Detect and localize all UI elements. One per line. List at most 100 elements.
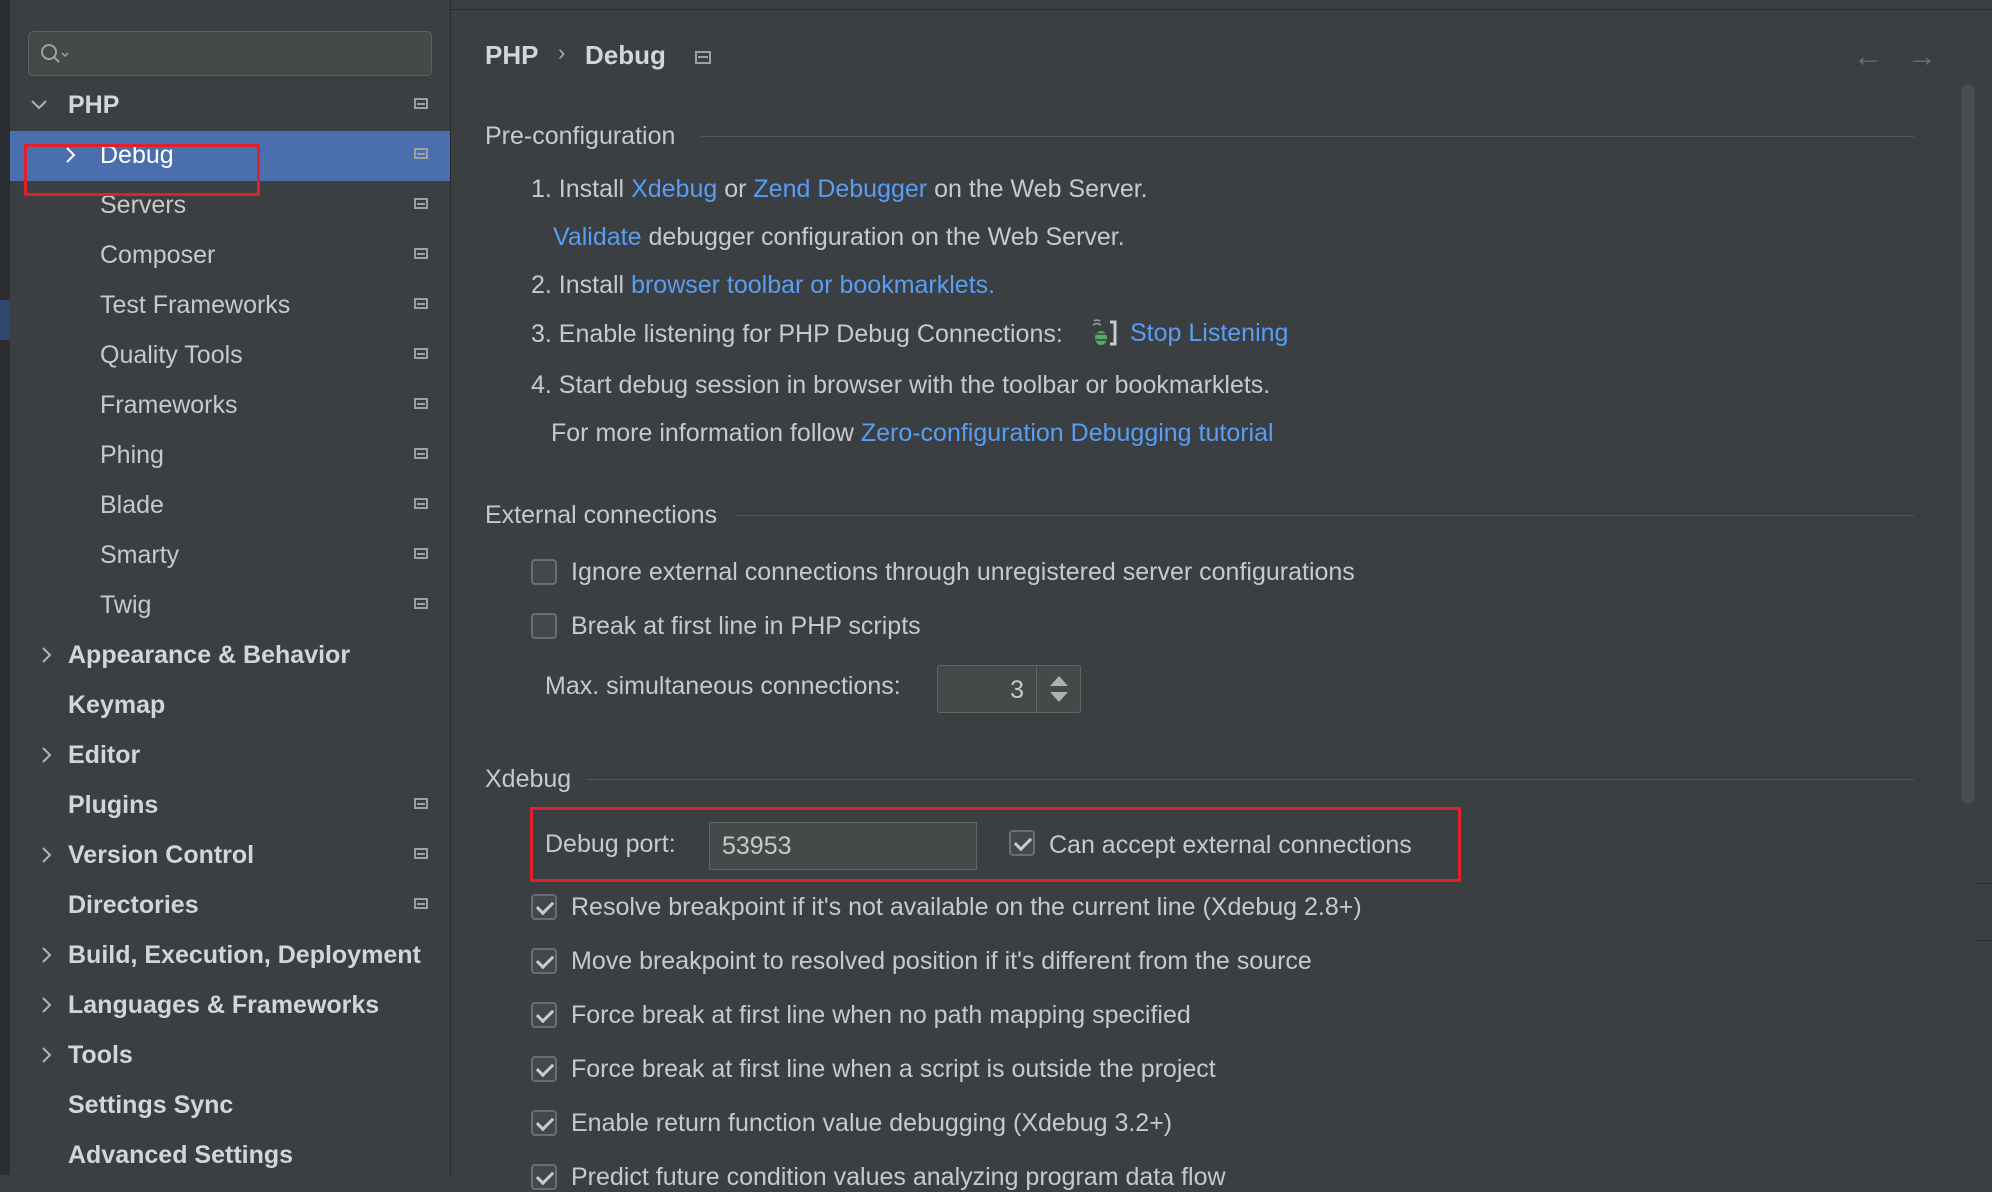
spinner-down-icon[interactable] [1050,692,1068,702]
validate-link[interactable]: Validate [553,223,642,251]
step-text: or [717,175,754,203]
edge-separator [1975,883,1992,884]
sidebar-item-label: Version Control [68,841,255,869]
sidebar-item-label: Smarty [100,541,180,569]
option-checkbox[interactable] [531,1002,557,1028]
sidebar-item-editor[interactable]: Editor [10,731,450,781]
preconfig-step-3: 3. Enable listening for PHP Debug Connec… [531,320,1063,348]
forward-arrow-icon[interactable]: → [1907,40,1937,74]
sidebar-item-frameworks[interactable]: Frameworks [10,381,450,431]
option-checkbox[interactable] [531,1164,557,1190]
max-connections-spinner[interactable]: 3 [937,665,1081,713]
ignore-external-label[interactable]: Ignore external connections through unre… [571,558,1355,587]
breadcrumb-php[interactable]: PHP [485,40,538,71]
sidebar-item-test-frameworks[interactable]: Test Frameworks [10,281,450,331]
sidebar-item-blade[interactable]: Blade [10,481,450,531]
search-icon [41,44,69,63]
sidebar-item-plugins[interactable]: Plugins [10,781,450,831]
sidebar-item-label: Advanced Settings [68,1141,294,1169]
chevron-right-icon [42,997,52,1013]
sidebar-item-label: Phing [100,441,164,469]
left-edge-strip [0,0,10,1175]
sidebar-item-quality-tools[interactable]: Quality Tools [10,331,450,381]
browser-toolbar-link[interactable]: browser toolbar or bookmarklets. [631,271,995,299]
xdebug-link[interactable]: Xdebug [631,175,717,203]
spinner-up-icon[interactable] [1050,676,1068,686]
search-field[interactable] [28,31,432,76]
project-settings-icon [695,51,711,64]
section-separator [701,136,1914,137]
sidebar-item-label: Appearance & Behavior [68,641,351,669]
step-text: For more information follow [551,419,861,447]
zero-config-tutorial-link[interactable]: Zero-configuration Debugging tutorial [861,419,1274,447]
sidebar-item-build[interactable]: Build, Execution, Deployment [10,931,450,981]
section-title-xdebug: Xdebug [485,765,572,793]
sidebar-item-label: Settings Sync [68,1091,234,1119]
edge-separator [1975,940,1992,941]
sidebar-item-label: PHP [68,91,120,119]
max-connections-label: Max. simultaneous connections: [545,672,901,700]
project-settings-icon [414,898,428,909]
option-label[interactable]: Move breakpoint to resolved position if … [571,947,1312,976]
sidebar-item-keymap[interactable]: Keymap [10,681,450,731]
option-label[interactable]: Enable return function value debugging (… [571,1109,1172,1138]
sidebar-item-settings-sync[interactable]: Settings Sync [10,1081,450,1131]
sidebar-item-advanced-settings[interactable]: Advanced Settings [10,1131,450,1181]
option-label[interactable]: Resolve breakpoint if it's not available… [571,893,1362,922]
sidebar-item-twig[interactable]: Twig [10,581,450,631]
option-checkbox[interactable] [531,1110,557,1136]
sidebar-item-smarty[interactable]: Smarty [10,531,450,581]
highlight-box-debug [24,144,260,196]
sidebar-item-languages[interactable]: Languages & Frameworks [10,981,450,1031]
break-first-line-label[interactable]: Break at first line in PHP scripts [571,612,921,641]
vertical-scrollbar[interactable] [1961,84,1975,804]
option-label[interactable]: Force break at first line when a script … [571,1055,1216,1084]
sidebar-item-php[interactable]: PHP [10,81,450,131]
zend-debugger-link[interactable]: Zend Debugger [753,175,927,203]
project-settings-icon [414,98,428,109]
sidebar-item-label: Languages & Frameworks [68,991,380,1019]
option-label[interactable]: Predict future condition values analyzin… [571,1163,1226,1192]
project-settings-icon [414,498,428,509]
project-settings-icon [414,598,428,609]
preconfig-validate: Validate debugger configuration on the W… [553,223,1125,252]
sidebar-item-version-control[interactable]: Version Control [10,831,450,881]
right-edge-strip [1975,10,1992,1175]
sidebar-item-tools[interactable]: Tools [10,1031,450,1081]
listen-debug-icon[interactable] [1091,318,1121,348]
option-checkbox[interactable] [531,894,557,920]
project-settings-icon [414,348,428,359]
project-settings-icon [414,848,428,859]
top-border [451,0,1992,10]
project-settings-icon [414,548,428,559]
chevron-down-icon [31,100,47,110]
sidebar-item-directories[interactable]: Directories [10,881,450,931]
section-title-external: External connections [485,501,718,529]
preconfig-step-4: 4. Start debug session in browser with t… [531,371,1271,399]
sidebar-item-label: Frameworks [100,391,238,419]
option-checkbox[interactable] [531,948,557,974]
breadcrumb-current: Debug [585,40,666,70]
breadcrumb-separator: › [558,40,566,65]
option-label[interactable]: Force break at first line when no path m… [571,1001,1191,1030]
break-first-line-checkbox[interactable] [531,613,557,639]
chevron-right-icon [42,747,52,763]
stop-listening-link[interactable]: Stop Listening [1130,319,1288,348]
sidebar-item-appearance[interactable]: Appearance & Behavior [10,631,450,681]
sidebar-item-phing[interactable]: Phing [10,431,450,481]
project-settings-icon [414,198,428,209]
sidebar-item-label: Quality Tools [100,341,243,369]
back-arrow-icon[interactable]: ← [1853,40,1883,74]
ignore-external-checkbox[interactable] [531,559,557,585]
step-text: 2. Install [531,271,632,299]
project-settings-icon [414,148,428,159]
section-title-preconfig: Pre-configuration [485,122,676,150]
max-connections-value: 3 [1010,676,1024,704]
sidebar-item-label: Blade [100,491,164,519]
sidebar-item-composer[interactable]: Composer [10,231,450,281]
sidebar-item-label: Composer [100,241,216,269]
sidebar-item-label: Editor [68,741,141,769]
settings-sidebar: PHP Debug Servers Composer Test Framewor… [10,10,450,1175]
preconfig-more-info: For more information follow Zero-configu… [551,419,1274,448]
option-checkbox[interactable] [531,1056,557,1082]
